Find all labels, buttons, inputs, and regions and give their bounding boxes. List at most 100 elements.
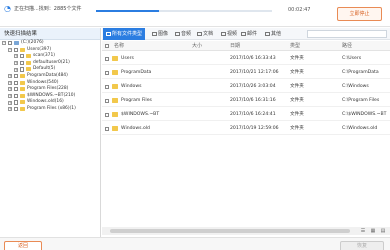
recover-button[interactable]: 恢复 <box>340 241 384 250</box>
file-date: 2017/10/19 12:59:06 <box>230 126 279 131</box>
tree-item[interactable]: + ProgramData(484) <box>0 73 100 80</box>
list-view-icon[interactable]: ☰ <box>360 228 366 234</box>
file-row-checkbox[interactable] <box>105 112 110 117</box>
file-path: C:\Windows.old <box>342 126 378 131</box>
file-name: Program Files <box>121 98 152 103</box>
filter-tab[interactable]: 文档 <box>197 28 213 40</box>
select-all-checkbox[interactable] <box>105 44 110 49</box>
file-row[interactable]: Program Files 2017/10/6 16:31:16 文件夹 C:\Pro… <box>102 94 390 107</box>
tree-item-checkbox[interactable] <box>14 80 19 85</box>
column-size[interactable]: 大小 <box>192 41 202 51</box>
tree-item-label: ProgramData(484) <box>27 72 68 78</box>
expand-icon[interactable]: + <box>8 74 12 79</box>
tree-item-checkbox[interactable] <box>14 87 19 92</box>
folder-icon <box>26 67 31 72</box>
file-type-filter-bar: 所有文件类型 图像 音频 文档 视频 邮件 其他 <box>102 28 390 40</box>
tree-item-checkbox[interactable] <box>14 47 19 52</box>
file-name: $WINDOWS.~BT <box>121 112 160 117</box>
tree-item-checkbox[interactable] <box>14 106 19 112</box>
filter-tab[interactable]: 邮件 <box>241 28 257 40</box>
expand-icon[interactable]: + <box>14 67 18 72</box>
back-button[interactable]: 返回 <box>4 241 42 250</box>
expand-icon[interactable]: + <box>14 54 18 59</box>
file-row-checkbox[interactable] <box>105 56 110 61</box>
file-type: 文件夹 <box>290 98 304 103</box>
file-name: Windows <box>121 84 142 89</box>
folder-icon <box>20 47 25 52</box>
file-list-header: 名称 大小 日期 类型 路径 <box>102 41 390 51</box>
collapse-icon[interactable]: − <box>8 47 12 52</box>
filter-tab[interactable]: 其他 <box>265 28 281 40</box>
expand-icon[interactable]: + <box>8 94 12 99</box>
tree-item-checkbox[interactable] <box>14 93 19 98</box>
filter-tab-icon <box>106 31 111 36</box>
column-name[interactable]: 名称 <box>114 41 124 51</box>
folder-icon <box>20 100 25 105</box>
expand-icon[interactable]: + <box>8 100 12 105</box>
file-row-checkbox[interactable] <box>105 98 110 103</box>
horizontal-scrollbar[interactable]: ☰ ▦ ▤ <box>102 227 390 235</box>
column-path[interactable]: 路径 <box>342 41 352 51</box>
filter-tab-label: 邮件 <box>247 31 258 37</box>
tree-item[interactable]: − (C:)(2076) <box>0 40 100 47</box>
expand-icon[interactable]: + <box>8 87 12 92</box>
tree-item-checkbox[interactable] <box>14 73 19 79</box>
folder-icon <box>112 98 118 103</box>
file-row[interactable]: $WINDOWS.~BT 2017/10/6 16:24:41 文件夹 C:\$WIN… <box>102 108 390 121</box>
file-row-checkbox[interactable] <box>105 84 110 89</box>
filter-tab-icon <box>241 31 246 36</box>
filter-tab[interactable]: 所有文件类型 <box>103 28 146 40</box>
tree-item[interactable]: + scan(371) <box>0 53 100 60</box>
expand-icon[interactable]: + <box>14 61 18 66</box>
tree-item[interactable]: + Program Files(228) <box>0 86 100 93</box>
file-date: 2017/10/26 3:03:04 <box>230 84 276 89</box>
file-type: 文件夹 <box>290 84 304 89</box>
filter-tab[interactable]: 图像 <box>152 28 168 40</box>
file-row-checkbox[interactable] <box>105 126 110 131</box>
stop-scan-button[interactable]: 立即停止 <box>337 7 382 21</box>
tree-item[interactable]: + Program Files (x86)(1) <box>0 106 100 113</box>
folder-icon <box>26 54 31 59</box>
file-row-checkbox[interactable] <box>105 70 110 75</box>
expand-icon[interactable]: + <box>8 80 12 85</box>
filter-tab-icon <box>152 31 157 36</box>
tree-item-checkbox[interactable] <box>14 100 19 105</box>
column-type[interactable]: 类型 <box>290 41 300 51</box>
scan-progress-bar <box>96 10 272 12</box>
file-row[interactable]: ProgramData 2017/10/21 12:17:06 文件夹 C:\Prog… <box>102 66 390 79</box>
file-path: C:\Windows <box>342 84 369 89</box>
filter-tab-label: 文档 <box>203 31 214 37</box>
tree-item-checkbox[interactable] <box>20 60 25 65</box>
tree-item[interactable]: + Windows.old(16) <box>0 99 100 106</box>
file-row[interactable]: Users 2017/10/6 16:33:43 文件夹 C:\Users <box>102 52 390 65</box>
filter-tab-icon <box>265 31 270 36</box>
tree-item[interactable]: + Default(5) <box>0 66 100 73</box>
tree-item-checkbox[interactable] <box>20 54 25 59</box>
filter-tab-icon <box>197 31 202 36</box>
grid-view-icon[interactable]: ▦ <box>370 228 376 234</box>
filter-tab-icon <box>221 31 226 36</box>
filter-tab[interactable]: 音频 <box>175 28 191 40</box>
filter-tab-label: 视频 <box>227 31 238 37</box>
detail-view-icon[interactable]: ▤ <box>380 228 386 234</box>
file-row[interactable]: Windows.old 2017/10/19 12:59:06 文件夹 C:\Wind… <box>102 122 390 135</box>
tree-item-label: Program Files (x86)(1) <box>27 105 76 111</box>
scan-status-icon: ◔ <box>4 4 11 13</box>
file-type: 文件夹 <box>290 112 304 117</box>
file-name: Users <box>121 56 134 61</box>
filter-tab[interactable]: 视频 <box>221 28 237 40</box>
tree-item-label: Program Files(228) <box>27 86 69 92</box>
column-date[interactable]: 日期 <box>230 41 240 51</box>
collapse-icon[interactable]: − <box>2 41 6 46</box>
tree-item-label: Windows.old(16) <box>27 99 64 105</box>
expand-icon[interactable]: + <box>8 107 12 112</box>
file-row[interactable]: Windows 2017/10/26 3:03:04 文件夹 C:\Windows <box>102 80 390 93</box>
scan-status-text: 正在扫描...找到：2885个文件 <box>14 6 82 12</box>
tree-item-checkbox[interactable] <box>20 67 25 72</box>
filter-search-input[interactable] <box>307 30 387 38</box>
elapsed-time: 00:02:47 <box>288 7 311 13</box>
scan-toolbar: ◔ 正在扫描...找到：2885个文件 00:02:47 立即停止 <box>0 0 390 27</box>
scrollbar-thumb[interactable] <box>110 229 350 233</box>
tree-item-checkbox[interactable] <box>8 41 13 46</box>
filter-tab-label: 音频 <box>181 31 192 37</box>
